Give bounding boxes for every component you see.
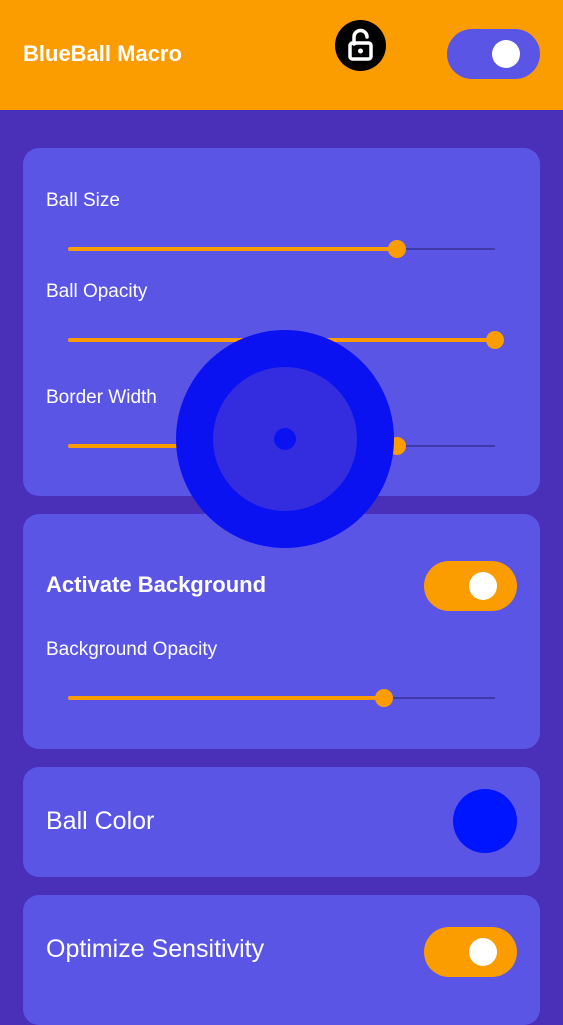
ball-size-label: Ball Size: [46, 190, 120, 211]
optimize-sensitivity-label: Optimize Sensitivity: [46, 935, 265, 963]
ball-color-swatch[interactable]: [453, 789, 517, 853]
unlock-icon[interactable]: [335, 20, 386, 71]
floating-ball[interactable]: [176, 330, 394, 548]
border-width-label: Border Width: [46, 387, 157, 408]
slider-thumb[interactable]: [486, 331, 504, 349]
switch-knob: [469, 938, 497, 966]
switch-knob: [469, 572, 497, 600]
background-opacity-label: Background Opacity: [46, 639, 218, 660]
background-opacity-slider[interactable]: [68, 688, 495, 708]
ball-opacity-label: Ball Opacity: [46, 281, 148, 302]
ball-color-label: Ball Color: [46, 807, 155, 835]
background-card: Activate Background Background Opacity: [23, 514, 540, 749]
slider-thumb[interactable]: [374, 689, 393, 707]
app-title: BlueBall Macro: [23, 41, 182, 66]
switch-knob: [492, 40, 520, 68]
macro-enable-switch[interactable]: [447, 29, 540, 79]
activate-background-label: Activate Background: [46, 572, 267, 597]
sensitivity-card: Optimize Sensitivity: [23, 895, 540, 1025]
floating-ball-center-dot: [274, 428, 296, 450]
slider-thumb[interactable]: [387, 240, 406, 258]
app-bar: BlueBall Macro: [0, 0, 563, 110]
optimize-sensitivity-switch[interactable]: [424, 927, 517, 977]
activate-background-switch[interactable]: [424, 561, 517, 611]
ball-size-slider[interactable]: [68, 239, 495, 259]
ball-color-card[interactable]: Ball Color: [23, 767, 540, 877]
